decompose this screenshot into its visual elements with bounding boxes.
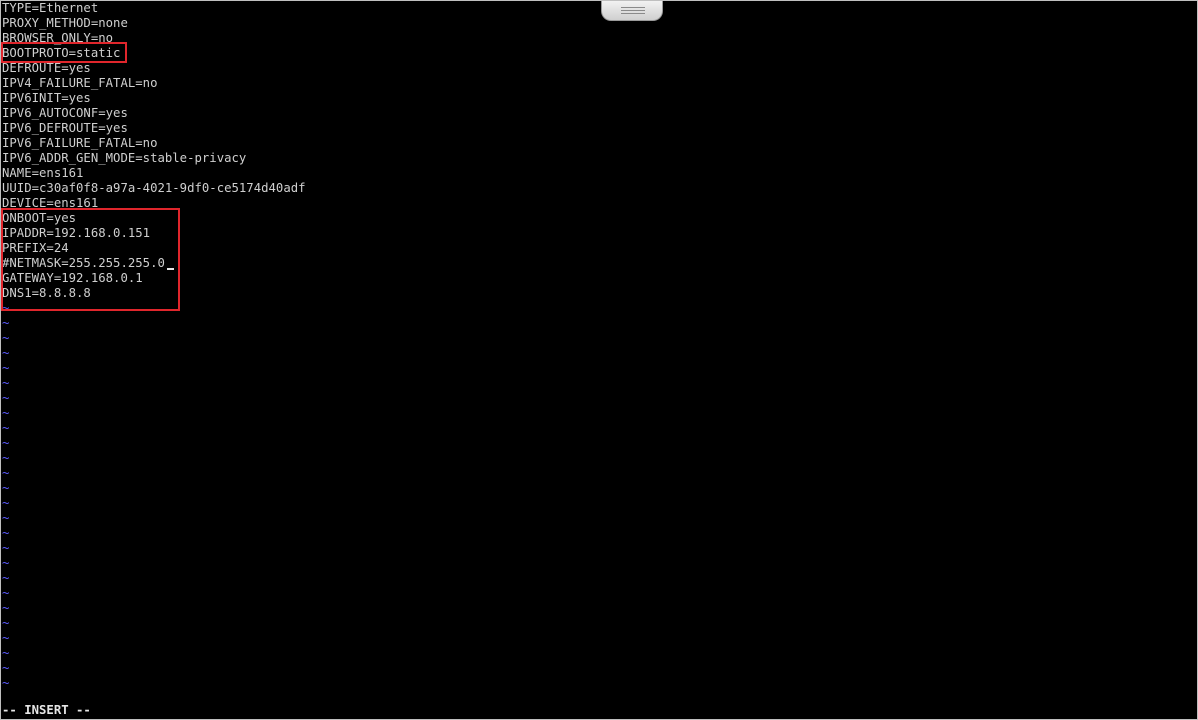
config-line-gateway[interactable]: GATEWAY=192.168.0.1 — [2, 271, 143, 286]
empty-line-tilde: ~ — [2, 511, 10, 525]
vim-terminal[interactable]: TYPE=Ethernet PROXY_METHOD=none BROWSER_… — [0, 0, 1198, 720]
config-line-defroute[interactable]: DEFROUTE=yes — [2, 61, 91, 76]
empty-line-tilde: ~ — [2, 646, 10, 660]
config-line-device[interactable]: DEVICE=ens161 — [2, 196, 98, 211]
config-line-proxy-method[interactable]: PROXY_METHOD=none — [2, 16, 128, 31]
vim-mode-status: -- INSERT -- — [2, 703, 91, 717]
config-line-ipaddr[interactable]: IPADDR=192.168.0.151 — [2, 226, 150, 241]
empty-line-tilde: ~ — [2, 316, 10, 330]
drop-down-toolbar-handle[interactable] — [601, 1, 663, 21]
empty-line-tilde: ~ — [2, 451, 10, 465]
config-line-ipv6-addr-gen-mode[interactable]: IPV6_ADDR_GEN_MODE=stable-privacy — [2, 151, 246, 166]
config-line-ipv6-defroute[interactable]: IPV6_DEFROUTE=yes — [2, 121, 128, 136]
config-line-uuid[interactable]: UUID=c30af0f8-a97a-4021-9df0-ce5174d40ad… — [2, 181, 306, 196]
config-line-ipv4-failure-fatal[interactable]: IPV4_FAILURE_FATAL=no — [2, 76, 157, 91]
empty-line-tilde: ~ — [2, 631, 10, 645]
empty-line-tilde: ~ — [2, 436, 10, 450]
config-line-netmask[interactable]: #NETMASK=255.255.255.0 — [2, 256, 165, 271]
text-cursor — [167, 268, 174, 270]
empty-line-tilde: ~ — [2, 571, 10, 585]
empty-line-tilde: ~ — [2, 391, 10, 405]
empty-line-tilde: ~ — [2, 541, 10, 555]
empty-line-tilde: ~ — [2, 676, 10, 690]
config-line-ipv6init[interactable]: IPV6INIT=yes — [2, 91, 91, 106]
grip-line-icon — [621, 10, 645, 11]
empty-line-tilde: ~ — [2, 586, 10, 600]
config-line-type[interactable]: TYPE=Ethernet — [2, 1, 98, 16]
empty-line-tilde: ~ — [2, 661, 10, 675]
empty-line-tilde: ~ — [2, 361, 10, 375]
empty-line-tilde: ~ — [2, 526, 10, 540]
empty-line-tilde: ~ — [2, 301, 10, 315]
config-line-browser-only[interactable]: BROWSER_ONLY=no — [2, 31, 113, 46]
empty-line-tilde: ~ — [2, 496, 10, 510]
empty-line-tilde: ~ — [2, 331, 10, 345]
empty-line-tilde: ~ — [2, 421, 10, 435]
config-line-ipv6-failure-fatal[interactable]: IPV6_FAILURE_FATAL=no — [2, 136, 157, 151]
config-line-onboot[interactable]: ONBOOT=yes — [2, 211, 76, 226]
config-line-name[interactable]: NAME=ens161 — [2, 166, 83, 181]
empty-line-tilde: ~ — [2, 556, 10, 570]
empty-line-tilde: ~ — [2, 466, 10, 480]
empty-line-tilde: ~ — [2, 406, 10, 420]
empty-line-tilde: ~ — [2, 346, 10, 360]
grip-line-icon — [621, 13, 645, 14]
empty-line-tilde: ~ — [2, 376, 10, 390]
config-line-bootproto[interactable]: BOOTPROTO=static — [2, 46, 120, 61]
empty-line-tilde: ~ — [2, 616, 10, 630]
empty-line-tilde: ~ — [2, 481, 10, 495]
grip-line-icon — [621, 7, 645, 8]
empty-line-tilde: ~ — [2, 601, 10, 615]
config-line-ipv6-autoconf[interactable]: IPV6_AUTOCONF=yes — [2, 106, 128, 121]
config-line-prefix[interactable]: PREFIX=24 — [2, 241, 69, 256]
config-line-dns1[interactable]: DNS1=8.8.8.8 — [2, 286, 91, 301]
